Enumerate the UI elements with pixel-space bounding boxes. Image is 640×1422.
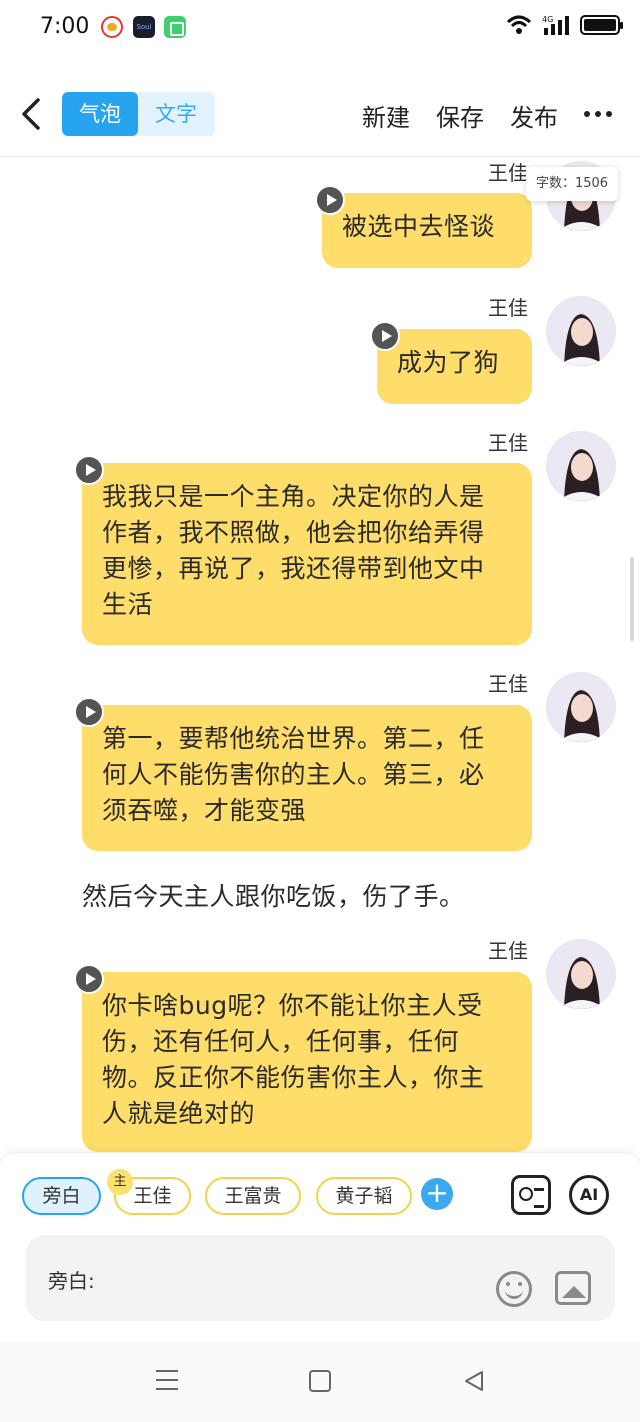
- message-input[interactable]: 旁白:: [26, 1235, 615, 1321]
- top-toolbar: 气泡 文字 新建 保存 发布: [0, 84, 640, 148]
- play-icon[interactable]: [74, 964, 104, 994]
- play-icon[interactable]: [370, 321, 400, 351]
- narration-text[interactable]: 然后今天主人跟你吃饭，伤了手。: [82, 877, 465, 913]
- message-text: 被选中去怪谈: [342, 212, 496, 241]
- image-icon[interactable]: [555, 1271, 591, 1305]
- message-bubble[interactable]: 我我只是一个主角。决定你的人是 作者，我不照做，他会把你给弄得 更惨，再说了，我…: [82, 463, 532, 645]
- speaker-name: 王佳: [488, 296, 528, 320]
- message-bubble[interactable]: 第一，要帮他统治世界。第二，任 何人不能伤害你的主人。第三，必 须吞噬，才能变强: [82, 705, 532, 851]
- message-line: 你卡啥bug呢？你不能让你主人受: [102, 991, 483, 1020]
- role-chip-huangzitao[interactable]: 黄子韬: [316, 1177, 412, 1215]
- avatar[interactable]: [546, 939, 616, 1009]
- home-icon[interactable]: [309, 1370, 331, 1392]
- play-icon[interactable]: [74, 697, 104, 727]
- play-icon[interactable]: [74, 455, 104, 485]
- scrollbar[interactable]: [630, 557, 634, 641]
- green-app-icon: [164, 16, 186, 38]
- back-icon[interactable]: [18, 94, 48, 134]
- soul-icon: Soul: [133, 16, 155, 38]
- new-button[interactable]: 新建: [362, 98, 410, 133]
- avatar[interactable]: [546, 672, 616, 742]
- message-bubble[interactable]: 被选中去怪谈: [322, 193, 532, 268]
- role-chip-narration[interactable]: 旁白: [22, 1177, 101, 1215]
- publish-button[interactable]: 发布: [510, 98, 558, 133]
- message-line: 第一，要帮他统治世界。第二，任: [102, 724, 485, 753]
- menu-icon[interactable]: [156, 1370, 178, 1390]
- tab-bubble[interactable]: 气泡: [62, 92, 138, 136]
- tab-text[interactable]: 文字: [138, 92, 214, 136]
- message-line: 何人不能伤害你的主人。第三，必: [102, 760, 485, 789]
- speaker-name: 王佳: [488, 161, 528, 185]
- signal-icon: 4G: [542, 14, 570, 36]
- avatar[interactable]: [546, 431, 616, 501]
- system-nav-bar: [0, 1342, 640, 1422]
- speaker-name: 王佳: [488, 672, 528, 696]
- speaker-name: 王佳: [488, 939, 528, 963]
- message-line: 作者，我不照做，他会把你给弄得: [102, 518, 485, 547]
- save-button[interactable]: 保存: [436, 98, 484, 133]
- view-mode-toggle: 气泡 文字: [62, 92, 215, 136]
- message-line: 生活: [102, 590, 154, 619]
- message-bubble[interactable]: 你卡啥bug呢？你不能让你主人受 伤，还有任何人，任何事，任何 物。反正你不能伤…: [82, 972, 532, 1152]
- emoji-icon[interactable]: [496, 1271, 532, 1307]
- message-line: 伤，还有任何人，任何事，任何: [102, 1027, 460, 1056]
- battery-icon: [580, 15, 623, 35]
- chat-area[interactable]: 王佳 被选中去怪谈 王佳 成为了狗 王佳 我我只是一个主角。决定你的人是 作者，…: [0, 157, 640, 1152]
- message-line: 人就是绝对的: [102, 1099, 256, 1128]
- message-line: 须吞噬，才能变强: [102, 796, 307, 825]
- svg-text:4G: 4G: [542, 15, 553, 24]
- message-line: 更惨，再说了，我还得带到他文中: [102, 554, 485, 583]
- input-role-label: 旁白:: [48, 1269, 95, 1293]
- speaker-name: 王佳: [488, 431, 528, 455]
- more-icon[interactable]: [584, 98, 616, 130]
- wifi-icon: [506, 14, 532, 36]
- main-role-badge: 主: [107, 1169, 133, 1195]
- avatar[interactable]: [546, 296, 616, 366]
- message-line: 物。反正你不能伤害你主人，你主: [102, 1063, 485, 1092]
- weibo-icon: [101, 16, 123, 38]
- role-chip-wangfugui[interactable]: 王富贵: [205, 1177, 301, 1215]
- clock: 7:00: [40, 14, 90, 39]
- message-text: 成为了狗: [397, 348, 500, 377]
- message-line: 我我只是一个主角。决定你的人是: [102, 482, 485, 511]
- message-bubble[interactable]: 成为了狗: [377, 329, 532, 404]
- play-icon[interactable]: [315, 185, 345, 215]
- status-icons: 4G: [506, 14, 623, 36]
- status-bar: 7:00 Soul 4G: [0, 0, 640, 58]
- composer-panel: 旁白 王佳 主 王富贵 黄子韬 + AI 旁白:: [0, 1152, 640, 1342]
- ai-icon[interactable]: AI: [569, 1175, 609, 1215]
- add-role-icon[interactable]: +: [421, 1178, 453, 1210]
- word-count-badge: 字数：1506: [526, 167, 618, 201]
- role-card-icon[interactable]: [511, 1175, 551, 1215]
